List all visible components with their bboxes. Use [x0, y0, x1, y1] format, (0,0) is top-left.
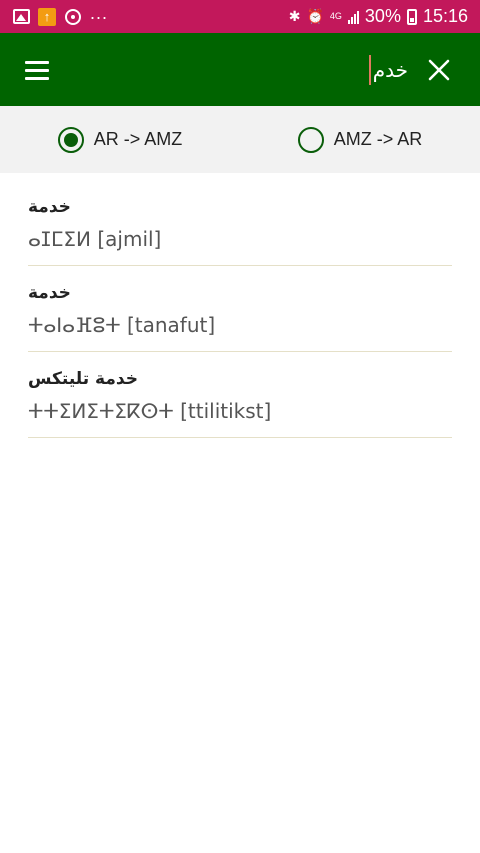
list-item[interactable]: خدمة تليتكس ⵜⵜⵉⵍⵉⵜⵉⴽⵙⵜ [ttilitikst] — [28, 352, 452, 438]
status-bar: ↑ ... ✱ ⏰ 4G 30% 15:16 — [0, 0, 480, 33]
radio-label: AR -> AMZ — [93, 129, 183, 149]
battery-icon — [406, 8, 417, 25]
amazigh-translation: ⴰⵊⵎⵉⵍ [ajmil] — [28, 227, 162, 251]
close-icon[interactable] — [420, 51, 458, 89]
gallery-icon — [12, 8, 30, 26]
radio-unselected-icon — [297, 126, 324, 153]
more-notifications: ... — [90, 3, 109, 23]
amazigh-translation: ⵜⴰⵏⴰⴼⵓⵜ [tanafut] — [28, 313, 216, 337]
arabic-term: خدمة — [28, 197, 71, 217]
bluetooth-icon: ✱ — [288, 8, 301, 24]
app-notification-icon: ↑ — [38, 7, 56, 26]
radio-ar-to-amz[interactable]: AR -> AMZ — [0, 106, 240, 173]
battery-percent: 30% — [364, 6, 401, 26]
list-item[interactable]: خدمة ⴰⵊⵎⵉⵍ [ajmil] — [28, 180, 452, 266]
alarm-icon: ⏰ — [306, 8, 324, 24]
signal-icon — [347, 10, 359, 24]
direction-toggle: AR -> AMZ AMZ -> AR — [0, 106, 480, 173]
results-list: خدمة ⴰⵊⵎⵉⵍ [ajmil] خدمة ⵜⴰⵏⴰⴼⵓⵜ [tanafut… — [28, 180, 452, 438]
text-caret — [369, 55, 371, 85]
clock: 15:16 — [422, 6, 468, 26]
search-input[interactable] — [208, 53, 408, 87]
amazigh-translation: ⵜⵜⵉⵍⵉⵜⵉⴽⵙⵜ [ttilitikst] — [28, 399, 272, 423]
network-type: 4G — [329, 11, 342, 21]
arabic-term: خدمة — [28, 283, 71, 303]
radio-label: AMZ -> AR — [333, 129, 423, 149]
radio-selected-icon — [57, 126, 84, 153]
radio-amz-to-ar[interactable]: AMZ -> AR — [240, 106, 480, 173]
hamburger-menu-icon[interactable] — [18, 51, 56, 89]
arabic-term: خدمة تليتكس — [28, 369, 138, 389]
list-item[interactable]: خدمة ⵜⴰⵏⴰⴼⵓⵜ [tanafut] — [28, 266, 452, 352]
sync-icon — [64, 8, 82, 26]
app-bar — [0, 33, 480, 106]
